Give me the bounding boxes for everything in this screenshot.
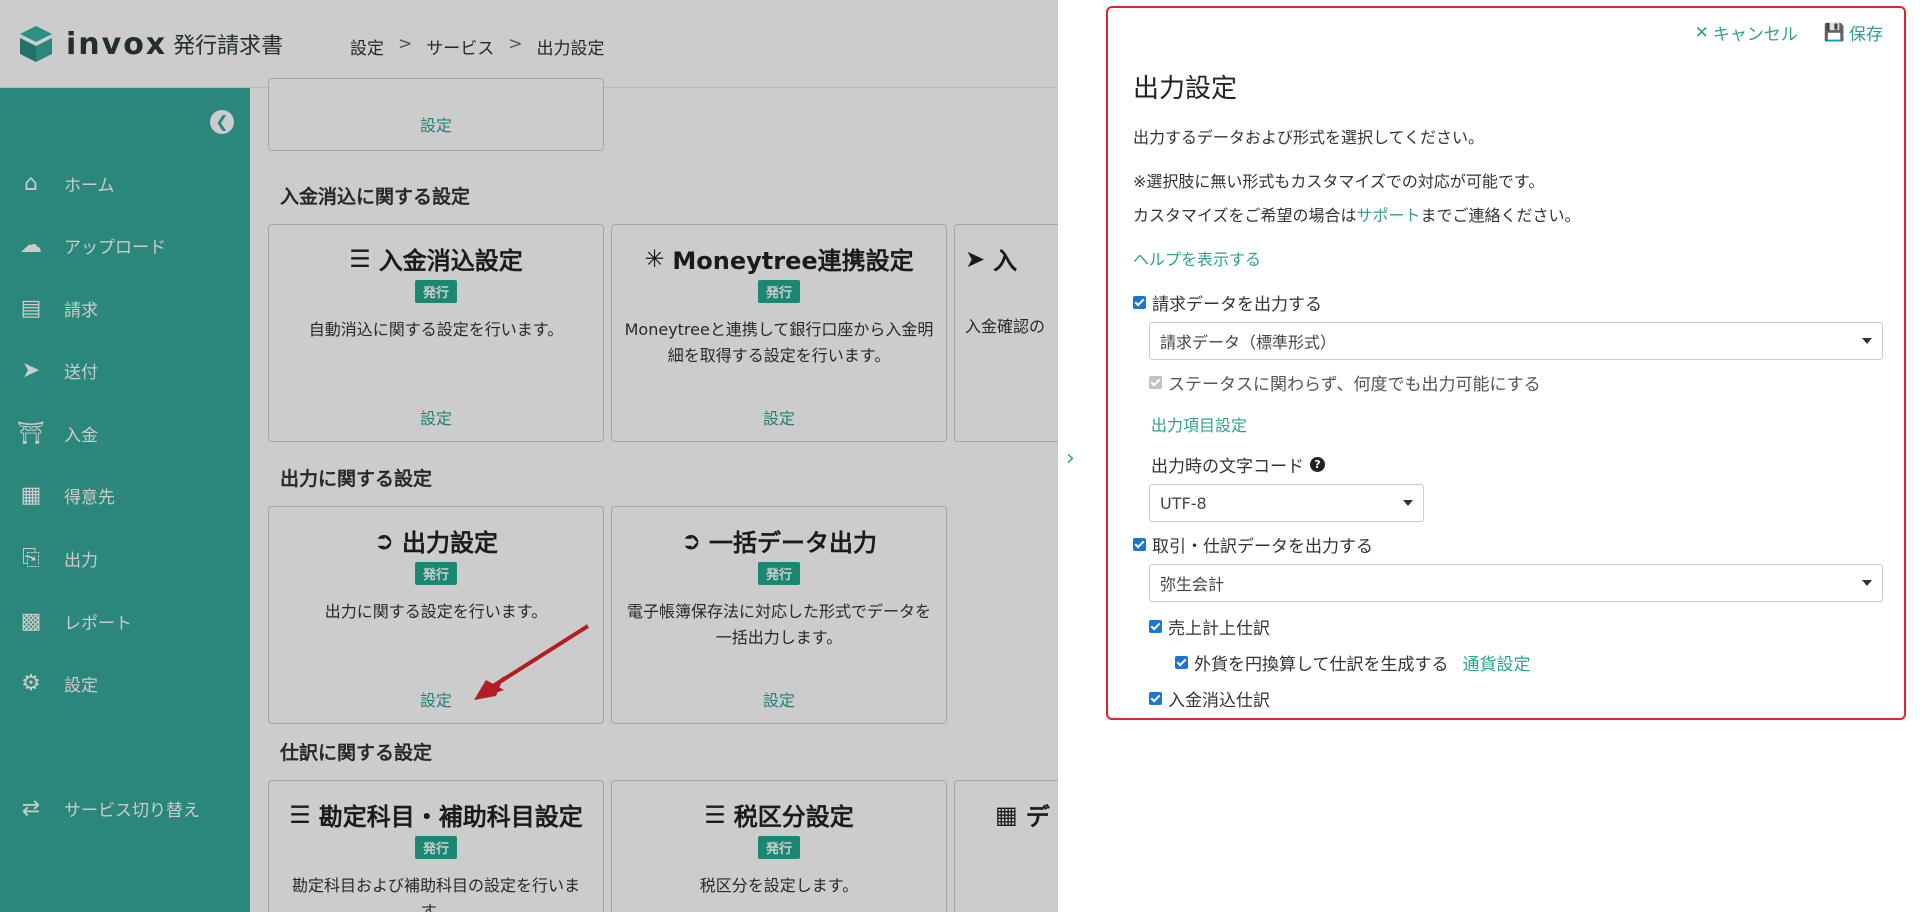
checkbox-label: 入金消込仕訳: [1168, 691, 1270, 711]
save-label: 保存: [1849, 25, 1883, 45]
journal-format-select[interactable]: 弥生会計: [1149, 564, 1883, 602]
checkbox-checked[interactable]: [1175, 656, 1188, 669]
encoding-select[interactable]: UTF-8: [1149, 484, 1424, 522]
status-any-checkbox: ステータスに関わらず、何度でも出力可能にする: [1149, 370, 1541, 395]
save-icon: 💾: [1823, 22, 1845, 43]
journal-output-checkbox[interactable]: 取引・仕訳データを出力する: [1133, 532, 1373, 557]
caret-down-icon: [1862, 580, 1872, 586]
select-value: UTF-8: [1160, 493, 1207, 513]
save-button[interactable]: 💾 保存: [1823, 20, 1883, 46]
contact-note: カスタマイズをご希望の場合はサポートまでご連絡ください。: [1133, 202, 1581, 226]
select-value: 請求データ（標準形式）: [1160, 333, 1337, 352]
field-settings-link[interactable]: 出力項目設定: [1151, 412, 1247, 436]
encoding-label: 出力時の文字コード?: [1151, 452, 1325, 477]
sales-journal-checkbox[interactable]: 売上計上仕訳: [1149, 614, 1270, 639]
currency-settings-link[interactable]: 通貨設定: [1463, 650, 1531, 675]
panel-title: 出力設定: [1133, 74, 1238, 104]
app-background: invox 発行請求書 設定 > サービス > 出力設定 ❮ ⌂ ホーム ☁ アップ…: [0, 0, 1058, 912]
invoice-format-select[interactable]: 請求データ（標準形式）: [1149, 322, 1883, 360]
checkbox-label: 外貨を円換算して仕訳を生成する: [1194, 655, 1449, 675]
checkbox-checked[interactable]: [1149, 620, 1162, 633]
fx-conversion-checkbox[interactable]: 外貨を円換算して仕訳を生成する 通貨設定: [1175, 650, 1531, 675]
modal-backdrop[interactable]: [0, 0, 1058, 912]
close-icon: ✕: [1694, 22, 1709, 43]
cancel-button[interactable]: ✕ キャンセル: [1694, 20, 1798, 46]
caret-down-icon: [1403, 500, 1413, 506]
cancel-label: キャンセル: [1712, 25, 1798, 45]
payment-journal-checkbox[interactable]: 入金消込仕訳: [1149, 686, 1270, 711]
select-value: 弥生会計: [1160, 575, 1225, 594]
invoice-output-checkbox[interactable]: 請求データを出力する: [1133, 290, 1322, 315]
checkbox-checked[interactable]: [1149, 692, 1162, 705]
question-icon[interactable]: ?: [1310, 457, 1325, 472]
support-link[interactable]: サポート: [1357, 206, 1421, 225]
chevron-right-icon[interactable]: ›: [1066, 446, 1075, 471]
checkbox-checked[interactable]: [1133, 296, 1146, 309]
checkbox-disabled: [1149, 376, 1162, 389]
checkbox-label: 請求データを出力する: [1152, 295, 1322, 315]
panel-description: 出力するデータおよび形式を選択してください。: [1133, 128, 1485, 147]
panel-actions: ✕ キャンセル 💾 保存: [1694, 20, 1883, 46]
checkbox-label: 売上計上仕訳: [1168, 619, 1270, 639]
checkbox-label: 取引・仕訳データを出力する: [1152, 537, 1373, 557]
contact-note-prefix: カスタマイズをご希望の場合は: [1133, 206, 1357, 225]
checkbox-label: ステータスに関わらず、何度でも出力可能にする: [1168, 375, 1541, 395]
help-link[interactable]: ヘルプを表示する: [1133, 246, 1261, 270]
contact-note-suffix: までご連絡ください。: [1420, 206, 1581, 225]
checkbox-checked[interactable]: [1133, 538, 1146, 551]
encoding-label-text: 出力時の文字コード: [1151, 457, 1304, 477]
panel-body: ✕ キャンセル 💾 保存 出力設定 出力するデータおよび形式を選択してください。 ※…: [1133, 0, 1883, 720]
caret-down-icon: [1862, 338, 1872, 344]
customize-note: ※選択肢に無い形式もカスタマイズでの対応が可能です。: [1133, 172, 1545, 191]
